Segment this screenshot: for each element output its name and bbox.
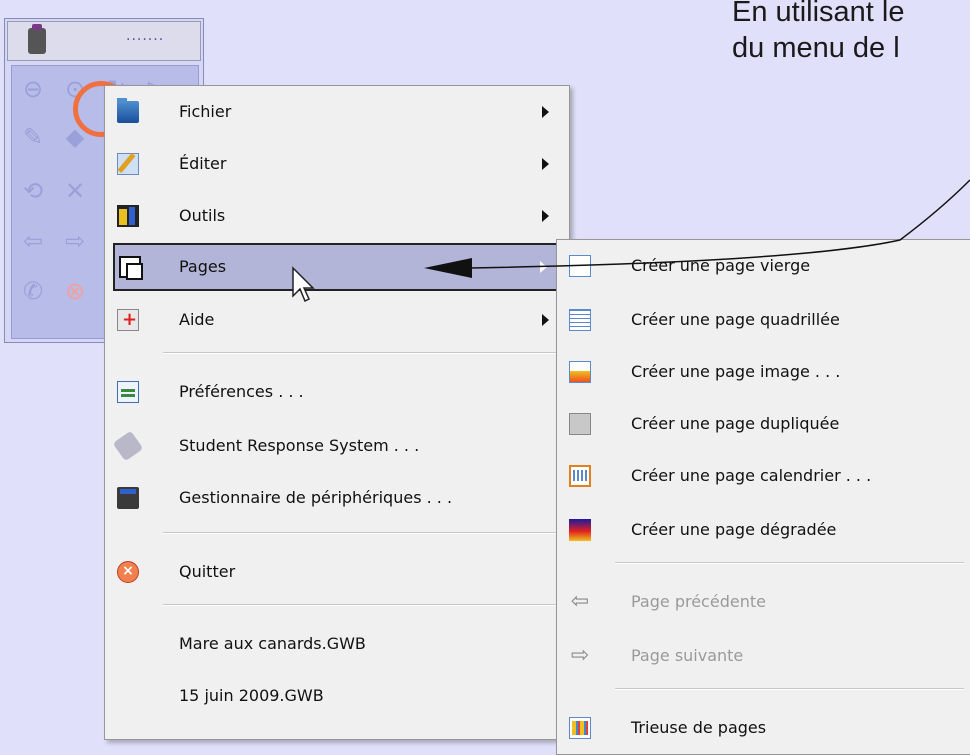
- annotation-arrow: [424, 179, 970, 278]
- mouse-cursor-icon: [292, 266, 315, 303]
